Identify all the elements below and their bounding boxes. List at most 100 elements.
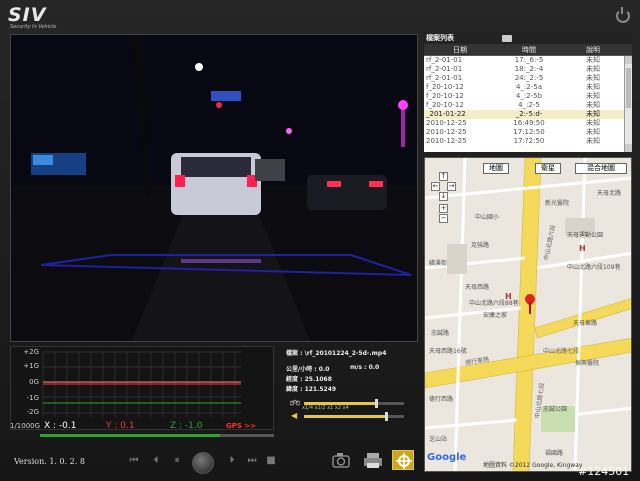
speed-slider-knob[interactable] (375, 399, 378, 408)
file-list-row[interactable]: 2010-12-25 16:49:50 未知 (424, 119, 624, 128)
volume-slider-knob[interactable] (385, 412, 388, 421)
map-label: 克強路 (471, 242, 490, 249)
row-time: 17:12:50 (513, 128, 545, 136)
map-label: 天母北路 (597, 190, 622, 197)
longitude: 經度 : 25.1068 (286, 376, 332, 383)
file-list-row[interactable]: f_20-10-12 4_:2-5 未知 (424, 101, 624, 110)
settings-icon[interactable] (392, 450, 414, 470)
row-note: 未知 (586, 128, 600, 136)
volume-slider[interactable] (304, 412, 404, 421)
power-icon[interactable] (616, 7, 630, 23)
google-logo[interactable]: Google (427, 452, 466, 463)
row-date: f_20-10-12 (426, 92, 464, 100)
z-value: Z : -1.0 (170, 421, 203, 431)
file-list-row[interactable]: rf_2-01-01 18:_2:-4 未知 (424, 65, 624, 74)
row-note: 未知 (586, 110, 600, 118)
tick-label: +2G (23, 348, 39, 356)
column-date[interactable]: 日期 (424, 44, 496, 55)
folder-icon[interactable] (502, 35, 512, 42)
pause-icon[interactable]: ⏸ (171, 455, 183, 467)
step-forward-icon[interactable]: ⏵ (226, 455, 238, 467)
stop-icon[interactable]: ■ (265, 455, 277, 467)
scroll-thumb[interactable] (626, 68, 631, 108)
row-time: _2:-5:d- (515, 110, 543, 118)
map-copyright[interactable]: 地圖資料 ©2012 Google, Kingway (483, 460, 582, 469)
row-time: 4_:2-5b (515, 92, 543, 100)
file-list-row[interactable]: rf_2-01-01 17:_6:-5 未知 (424, 56, 624, 65)
file-list-row[interactable]: 2010-12-25 17:12:50 未知 (424, 128, 624, 137)
y-value: Y : 0.1 (106, 421, 135, 431)
siv-logo: SIV Security In Vehicle (8, 6, 68, 32)
map-label: 芝山站 (429, 436, 448, 443)
row-note: 未知 (586, 92, 600, 100)
volume-slider-fill (304, 415, 386, 418)
speed-ticks: x1/4 x1/2 x1 x2 x4 (302, 405, 349, 411)
file-list-header: 日期 時間 說明 (424, 44, 632, 56)
map-type-button[interactable]: 地圖 (483, 163, 509, 174)
row-time: 18:_2:-4 (514, 65, 544, 73)
row-date: 2010-12-25 (426, 128, 467, 136)
map-view[interactable]: 地圖 衛星 混合地圖 ↑ ← → ↓ + − 中山北路六段 克強路 中山北路六段… (424, 157, 632, 472)
map-label: 福國路 (545, 450, 564, 457)
skip-forward-icon[interactable]: ⏭ (246, 455, 258, 467)
row-date: rf_2-01-01 (426, 74, 463, 82)
row-note: 未知 (586, 137, 600, 145)
map-label: 中山北路七段 (543, 348, 580, 355)
bicycle-icon (289, 398, 301, 406)
file-list-row[interactable]: f_20-10-12 4_:2-5a 未知 (424, 83, 624, 92)
row-time: 17:?2:50 (513, 137, 545, 145)
pan-left-icon[interactable]: ← (431, 182, 440, 191)
file-list-row[interactable]: f_20-10-12 4_:2-5b 未知 (424, 92, 624, 101)
row-note: 未知 (586, 119, 600, 127)
step-back-icon[interactable]: ⏴ (150, 455, 162, 467)
progress-fill (40, 434, 221, 437)
video-frame (11, 35, 417, 341)
volume-icon[interactable]: ◀ (291, 412, 299, 420)
map-label: 中山國小 (475, 214, 500, 221)
column-note[interactable]: 說明 (562, 44, 624, 55)
pan-up-icon[interactable]: ↑ (439, 172, 448, 181)
satellite-button[interactable]: 衛星 (535, 163, 561, 174)
file-list-scrollbar[interactable] (624, 56, 632, 152)
gps-toggle-button[interactable]: GPS >> (226, 422, 256, 430)
row-date: 2010-12-25 (426, 137, 467, 145)
hospital-icon: H (579, 244, 586, 253)
skip-back-icon[interactable]: ⏮ (128, 455, 140, 467)
file-list-title: 檔案列表 (424, 32, 632, 44)
tick-label: -2G (26, 408, 39, 416)
map-label: 天母東路 (573, 320, 598, 327)
row-time: 16:49:50 (513, 119, 545, 127)
playback-progress-bar[interactable] (40, 434, 274, 437)
row-note: 未知 (586, 101, 600, 109)
file-list-row[interactable]: _201-01-22 _2:-5:d- 未知 (424, 110, 624, 119)
play-button[interactable] (192, 452, 214, 474)
row-note: 未知 (586, 83, 600, 91)
row-date: 2010-12-25 (426, 119, 467, 127)
zoom-out-icon[interactable]: − (439, 214, 448, 223)
tick-label: +1G (23, 362, 39, 370)
row-time: 4_:2-5a (515, 83, 543, 91)
hybrid-map-button[interactable]: 混合地圖 (575, 163, 627, 174)
speed-kmh: 公里/小時 : 0.0 (286, 366, 330, 373)
x-value: X : -0.1 (44, 421, 77, 431)
version-label: Version. 1. 0. 2. 8 (14, 457, 85, 466)
map-label: 中山北路六段109巷 (567, 264, 621, 271)
camera-icon[interactable] (330, 450, 352, 470)
zoom-in-icon[interactable]: + (439, 204, 448, 213)
map-roads (425, 158, 631, 471)
logo-text: SIV (8, 4, 47, 26)
hospital-icon: H (505, 292, 512, 301)
row-date: f_20-10-12 (426, 101, 464, 109)
map-label: 忠誠路 (431, 330, 450, 337)
scroll-up-icon[interactable] (625, 56, 632, 64)
column-time[interactable]: 時間 (496, 44, 562, 55)
file-list-row[interactable]: rf_2-01-01 24:_2:-5 未知 (424, 74, 624, 83)
scroll-down-icon[interactable] (625, 144, 632, 152)
video-player[interactable] (10, 34, 418, 342)
g-sensor-graph: +2G +1G 0G -1G -2G (10, 346, 274, 430)
print-icon[interactable] (362, 450, 384, 470)
pan-down-icon[interactable]: ↓ (439, 192, 448, 201)
file-list-row[interactable]: 2010-12-25 17:?2:50 未知 (424, 137, 624, 146)
map-label: 天母西路16號 (429, 348, 467, 355)
pan-right-icon[interactable]: → (447, 182, 456, 191)
